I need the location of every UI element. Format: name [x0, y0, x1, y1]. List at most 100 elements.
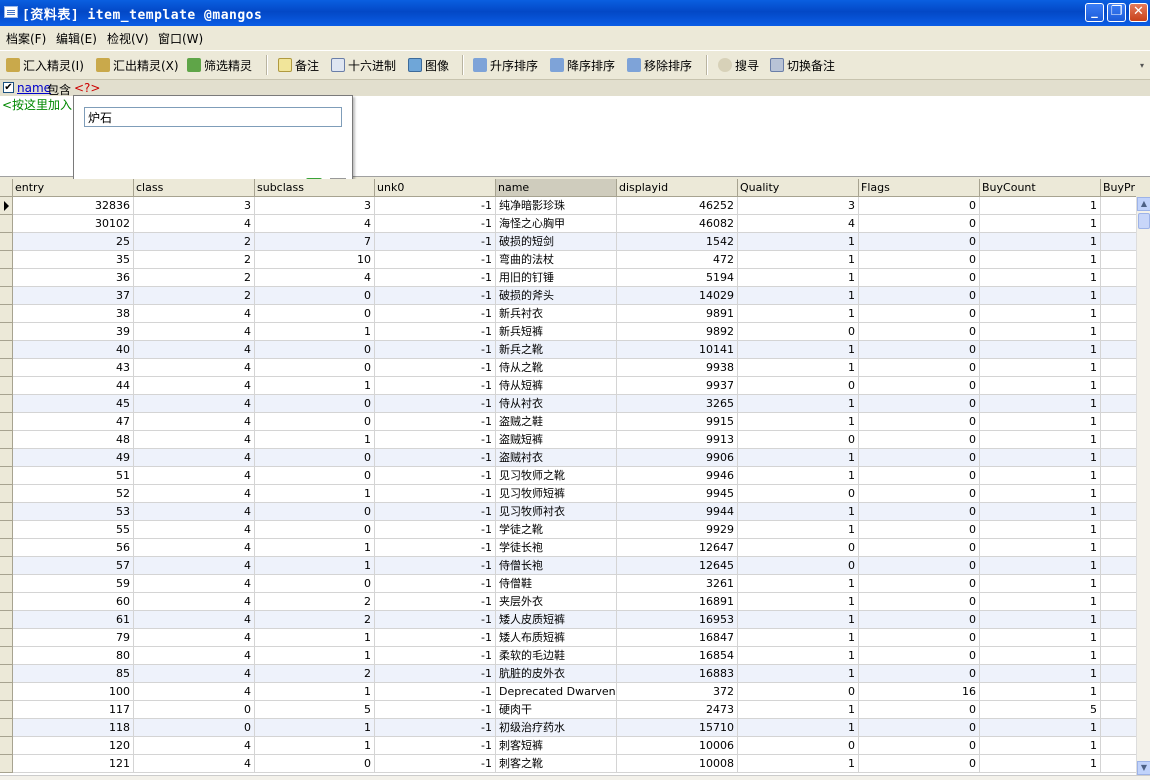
cell-buypri[interactable] [1101, 431, 1136, 449]
table-row[interactable]: 40 4 0 -1 新兵之靴 10141 1 0 1 [0, 341, 1136, 359]
table-row[interactable]: 61 4 2 -1 矮人皮质短裤 16953 1 0 1 [0, 611, 1136, 629]
cell-quality[interactable]: 1 [738, 593, 859, 611]
cell-buypri[interactable] [1101, 485, 1136, 503]
cell-entry[interactable]: 51 [13, 467, 134, 485]
cell-unk0[interactable]: -1 [375, 737, 496, 755]
cell-quality[interactable]: 0 [738, 377, 859, 395]
cell-unk0[interactable]: -1 [375, 575, 496, 593]
table-row[interactable]: 30102 4 4 -1 海怪之心胸甲 46082 4 0 1 [0, 215, 1136, 233]
column-header-flags[interactable]: Flags [859, 179, 980, 197]
cell-entry[interactable]: 85 [13, 665, 134, 683]
cell-class[interactable]: 4 [134, 665, 255, 683]
cell-subclass[interactable]: 0 [255, 305, 375, 323]
cell-name[interactable]: 新兵短裤 [496, 323, 617, 341]
cell-buypri[interactable] [1101, 413, 1136, 431]
cell-quality[interactable]: 1 [738, 611, 859, 629]
cell-buycount[interactable]: 5 [980, 701, 1101, 719]
column-header-unk0[interactable]: unk0 [375, 179, 496, 197]
cell-entry[interactable]: 36 [13, 269, 134, 287]
cell-unk0[interactable]: -1 [375, 629, 496, 647]
cell-name[interactable]: 纯净暗影珍珠 [496, 197, 617, 215]
table-row[interactable]: 51 4 0 -1 见习牧师之靴 9946 1 0 1 [0, 467, 1136, 485]
cell-unk0[interactable]: -1 [375, 647, 496, 665]
row-indicator[interactable] [0, 521, 13, 539]
cell-class[interactable]: 4 [134, 737, 255, 755]
cell-unk0[interactable]: -1 [375, 395, 496, 413]
cell-entry[interactable]: 118 [13, 719, 134, 737]
cell-flags[interactable]: 0 [859, 215, 980, 233]
cell-buypri[interactable] [1101, 719, 1136, 737]
row-indicator[interactable] [0, 449, 13, 467]
cell-quality[interactable]: 1 [738, 575, 859, 593]
column-header-displayid[interactable]: displayid [617, 179, 738, 197]
cell-buycount[interactable]: 1 [980, 323, 1101, 341]
cell-flags[interactable]: 0 [859, 395, 980, 413]
cell-unk0[interactable]: -1 [375, 665, 496, 683]
cell-buypri[interactable] [1101, 647, 1136, 665]
cell-buypri[interactable] [1101, 251, 1136, 269]
cell-unk0[interactable]: -1 [375, 251, 496, 269]
row-indicator[interactable] [0, 557, 13, 575]
cell-class[interactable]: 4 [134, 323, 255, 341]
cell-displayid[interactable]: 9915 [617, 413, 738, 431]
cell-buypri[interactable] [1101, 521, 1136, 539]
menu-view[interactable]: 检视(V) [107, 30, 149, 47]
row-indicator[interactable] [0, 233, 13, 251]
table-row[interactable]: 60 4 2 -1 夹层外衣 16891 1 0 1 [0, 593, 1136, 611]
cell-buycount[interactable]: 1 [980, 647, 1101, 665]
cell-subclass[interactable]: 1 [255, 485, 375, 503]
column-header-entry[interactable]: entry [13, 179, 134, 197]
cell-name[interactable]: 用旧的钉锤 [496, 269, 617, 287]
cell-entry[interactable]: 39 [13, 323, 134, 341]
cell-quality[interactable]: 1 [738, 503, 859, 521]
table-row[interactable]: 117 0 5 -1 硬肉干 2473 1 0 5 [0, 701, 1136, 719]
row-indicator[interactable] [0, 251, 13, 269]
cell-subclass[interactable]: 3 [255, 197, 375, 215]
cell-buycount[interactable]: 1 [980, 359, 1101, 377]
cell-displayid[interactable]: 10006 [617, 737, 738, 755]
cell-buycount[interactable]: 1 [980, 575, 1101, 593]
cell-flags[interactable]: 0 [859, 251, 980, 269]
cell-class[interactable]: 4 [134, 557, 255, 575]
table-row[interactable]: 45 4 0 -1 侍从衬衣 3265 1 0 1 [0, 395, 1136, 413]
table-row[interactable]: 37 2 0 -1 破损的斧头 14029 1 0 1 [0, 287, 1136, 305]
cell-buypri[interactable] [1101, 233, 1136, 251]
cell-quality[interactable]: 1 [738, 413, 859, 431]
cell-unk0[interactable]: -1 [375, 323, 496, 341]
row-indicator[interactable] [0, 647, 13, 665]
cell-name[interactable]: 见习牧师短裤 [496, 485, 617, 503]
column-header-buycount[interactable]: BuyCount [980, 179, 1101, 197]
row-indicator[interactable] [0, 395, 13, 413]
cell-buypri[interactable] [1101, 359, 1136, 377]
cell-displayid[interactable]: 5194 [617, 269, 738, 287]
cell-class[interactable]: 4 [134, 647, 255, 665]
row-indicator[interactable] [0, 611, 13, 629]
cell-displayid[interactable]: 9937 [617, 377, 738, 395]
cell-name[interactable]: 侍从短裤 [496, 377, 617, 395]
row-indicator[interactable] [0, 683, 13, 701]
row-indicator[interactable] [0, 701, 13, 719]
cell-buypri[interactable] [1101, 593, 1136, 611]
cell-entry[interactable]: 53 [13, 503, 134, 521]
cell-displayid[interactable]: 472 [617, 251, 738, 269]
close-button[interactable]: ✕ [1129, 3, 1148, 22]
cell-displayid[interactable]: 16953 [617, 611, 738, 629]
cell-unk0[interactable]: -1 [375, 557, 496, 575]
table-row[interactable]: 56 4 1 -1 学徒长袍 12647 0 0 1 [0, 539, 1136, 557]
cell-buypri[interactable] [1101, 305, 1136, 323]
row-indicator[interactable] [0, 215, 13, 233]
cell-subclass[interactable]: 0 [255, 359, 375, 377]
cell-entry[interactable]: 38 [13, 305, 134, 323]
cell-displayid[interactable]: 9929 [617, 521, 738, 539]
table-row[interactable]: 120 4 1 -1 刺客短裤 10006 0 0 1 [0, 737, 1136, 755]
cell-flags[interactable]: 0 [859, 611, 980, 629]
cell-name[interactable]: 弯曲的法杖 [496, 251, 617, 269]
sort-descending-button[interactable]: 降序排序 [550, 56, 615, 74]
cell-subclass[interactable]: 0 [255, 449, 375, 467]
row-indicator[interactable] [0, 755, 13, 773]
cell-class[interactable]: 2 [134, 251, 255, 269]
cell-flags[interactable]: 0 [859, 431, 980, 449]
row-indicator[interactable] [0, 629, 13, 647]
table-row[interactable]: 39 4 1 -1 新兵短裤 9892 0 0 1 [0, 323, 1136, 341]
cell-buypri[interactable] [1101, 467, 1136, 485]
